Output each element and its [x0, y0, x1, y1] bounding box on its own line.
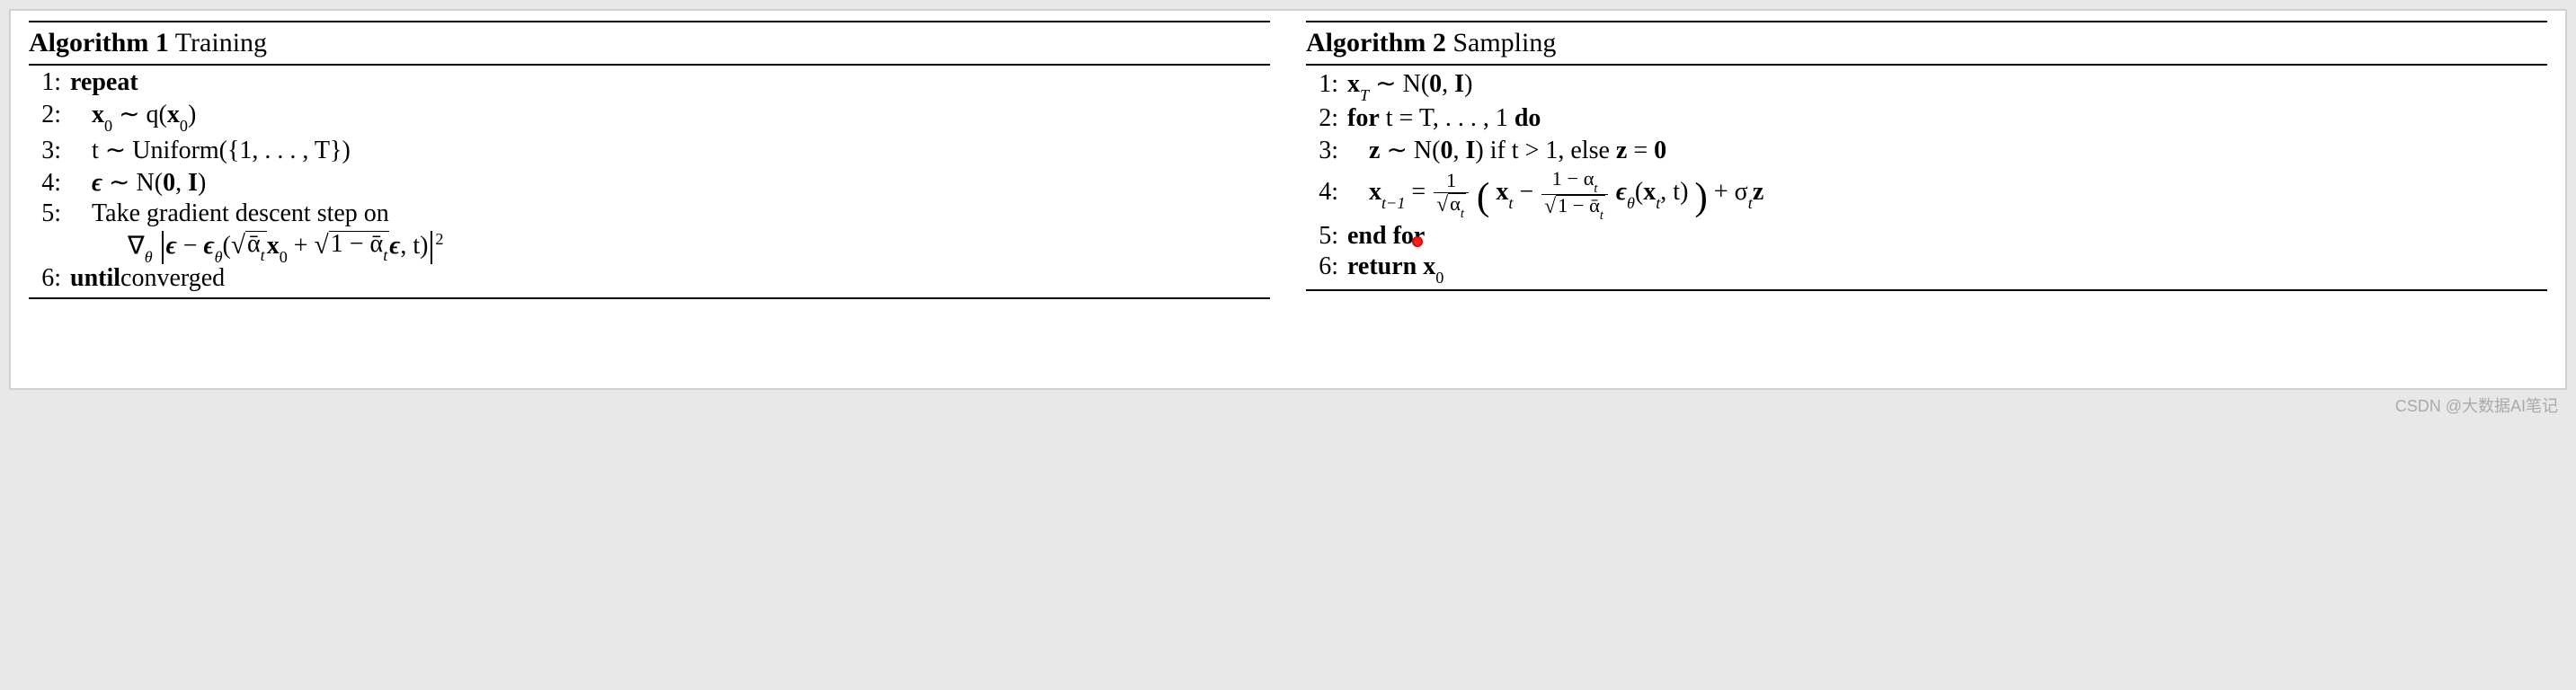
l6: 6: until converged — [29, 264, 1270, 295]
algo2-title: Algorithm 2 Sampling — [1306, 25, 2547, 61]
algorithm-container: Algorithm 1 Training 1:repeat 2: x0 ∼ q(… — [9, 9, 2567, 390]
algo2-name: Sampling — [1446, 28, 1557, 58]
l4: 4: ϵ ∼ N(0, I) — [29, 167, 1270, 199]
cursor-dot-icon — [1412, 236, 1423, 247]
l2: 2: x0 ∼ q(x0) — [29, 99, 1270, 135]
r3: 3: z ∼ N(0, I) if t > 1, else z = 0 — [1306, 135, 2547, 167]
r2: 2: for t = T, . . . , 1 do — [1306, 104, 2547, 135]
algo1-num: Algorithm 1 — [29, 28, 169, 58]
l5-eq: ∇θ ϵ − ϵθ(ᾱtx0 + 1 − ᾱtϵ, t) 2 — [128, 230, 1270, 264]
algo1-name: Training — [169, 28, 267, 58]
rule-mid — [29, 64, 1270, 66]
r1: 1: xT ∼ N(0, I) — [1306, 68, 2547, 104]
rule-bot — [29, 297, 1270, 299]
watermark: CSDN @大数据AI笔记 — [0, 390, 2576, 435]
rule-top — [29, 21, 1270, 22]
rule-bot-r — [1306, 289, 2547, 291]
l5: 5: Take gradient descent step on — [29, 199, 1270, 230]
l1: 1:repeat — [29, 68, 1270, 99]
algorithm-1-column: Algorithm 1 Training 1:repeat 2: x0 ∼ q(… — [11, 11, 1288, 388]
l3: 3: t ∼ Uniform({1, . . . , T}) — [29, 135, 1270, 167]
rule-top-r — [1306, 21, 2547, 22]
r5: 5: end for — [1306, 222, 2547, 252]
r6: 6: return x0 — [1306, 252, 2547, 287]
rule-mid-r — [1306, 64, 2547, 66]
algo1-title: Algorithm 1 Training — [29, 25, 1270, 61]
algorithm-2-column: Algorithm 2 Sampling 1: xT ∼ N(0, I) 2: … — [1288, 11, 2565, 388]
r4: 4: xt−1 = 1αt ( xt − 1 − αt1 − ᾱt ϵθ(xt,… — [1306, 167, 2547, 223]
algo2-num: Algorithm 2 — [1306, 28, 1446, 58]
